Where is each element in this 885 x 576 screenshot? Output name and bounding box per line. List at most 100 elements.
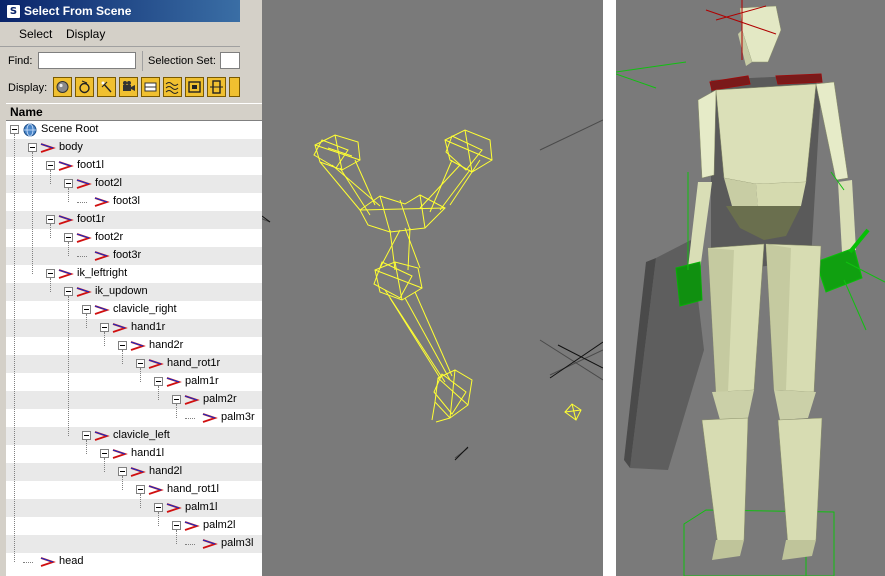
collapse-toggle[interactable] bbox=[154, 503, 163, 512]
tree-node[interactable]: foot1l bbox=[6, 157, 262, 175]
tree-node-label: Scene Root bbox=[41, 123, 99, 135]
selection-set-dropdown[interactable] bbox=[220, 52, 240, 69]
tree-node[interactable]: hand1l bbox=[6, 445, 262, 463]
tree-node[interactable]: foot3l bbox=[6, 193, 262, 211]
collapse-toggle[interactable] bbox=[46, 161, 55, 170]
viewport-wireframe[interactable] bbox=[240, 0, 603, 576]
bone-icon bbox=[94, 431, 110, 441]
tree-node[interactable]: body bbox=[6, 139, 262, 157]
tree-node-label: body bbox=[59, 141, 83, 153]
collapse-toggle[interactable] bbox=[64, 287, 73, 296]
bone-icon bbox=[112, 449, 128, 459]
tree-guide-line bbox=[86, 440, 87, 454]
tree-node-label: foot3l bbox=[113, 195, 140, 207]
bone-icon bbox=[94, 251, 110, 261]
find-label: Find: bbox=[8, 55, 33, 67]
tree-guide-line bbox=[104, 458, 105, 472]
tree-node-label: clavicle_right bbox=[113, 303, 177, 315]
tree-node-label: palm2r bbox=[203, 393, 237, 405]
tree-node[interactable]: foot3r bbox=[6, 247, 262, 265]
xrefs-filter-button[interactable] bbox=[207, 77, 226, 97]
wireframe-skeleton bbox=[240, 119, 603, 461]
tree-guide-line bbox=[158, 386, 159, 400]
tree-node[interactable]: palm1r bbox=[6, 373, 262, 391]
collapse-toggle[interactable] bbox=[46, 215, 55, 224]
tree-node[interactable]: Scene Root bbox=[6, 121, 262, 139]
collapse-toggle[interactable] bbox=[100, 323, 109, 332]
tree-node[interactable]: palm3l bbox=[6, 535, 262, 553]
collapse-toggle[interactable] bbox=[118, 341, 127, 350]
tree-node[interactable]: foot2r bbox=[6, 229, 262, 247]
collapse-toggle[interactable] bbox=[10, 125, 19, 134]
bone-icon bbox=[40, 143, 56, 153]
shapes-filter-button[interactable] bbox=[75, 77, 94, 97]
column-header-label: Name bbox=[10, 105, 43, 119]
tree-node[interactable]: hand2l bbox=[6, 463, 262, 481]
more-filters-button[interactable] bbox=[229, 77, 240, 97]
groups-filter-button[interactable] bbox=[185, 77, 204, 97]
collapse-toggle[interactable] bbox=[172, 521, 181, 530]
tree-node-label: hand_rot1r bbox=[167, 357, 221, 369]
collapse-toggle[interactable] bbox=[100, 449, 109, 458]
tree-guide-line bbox=[68, 242, 69, 256]
find-input[interactable] bbox=[38, 52, 136, 69]
collapse-toggle[interactable] bbox=[154, 377, 163, 386]
bone-icon bbox=[148, 485, 164, 495]
tree-node[interactable]: clavicle_right bbox=[6, 301, 262, 319]
tree-node[interactable]: clavicle_left bbox=[6, 427, 262, 445]
collapse-toggle[interactable] bbox=[118, 467, 127, 476]
tree-node[interactable]: head bbox=[6, 553, 262, 571]
tree-node-label: foot1r bbox=[77, 213, 106, 225]
viewport-divider[interactable] bbox=[603, 0, 616, 576]
xrefs-icon bbox=[210, 80, 223, 94]
collapse-toggle[interactable] bbox=[28, 143, 37, 152]
collapse-toggle[interactable] bbox=[82, 305, 91, 314]
collapse-toggle[interactable] bbox=[64, 233, 73, 242]
collapse-toggle[interactable] bbox=[172, 395, 181, 404]
bone-icon bbox=[76, 287, 92, 297]
lights-filter-button[interactable] bbox=[97, 77, 116, 97]
space-warps-icon bbox=[165, 82, 179, 94]
globe-icon bbox=[23, 123, 37, 137]
menu-select[interactable]: Select bbox=[19, 27, 52, 41]
space-warps-filter-button[interactable] bbox=[163, 77, 182, 97]
tree-node-label: head bbox=[59, 555, 84, 567]
scene-tree: Scene Root body foot1l foot2l foot3l foot1r fo… bbox=[6, 121, 262, 576]
cameras-filter-button[interactable] bbox=[119, 77, 138, 97]
menu-bar: Select Display bbox=[0, 22, 240, 47]
collapse-toggle[interactable] bbox=[46, 269, 55, 278]
collapse-toggle[interactable] bbox=[82, 431, 91, 440]
tree-node[interactable]: foot1r bbox=[6, 211, 262, 229]
bone-icon bbox=[130, 341, 146, 351]
tree-guide-line bbox=[14, 134, 15, 562]
tree-node[interactable]: foot2l bbox=[6, 175, 262, 193]
bone-icon bbox=[58, 161, 74, 171]
bone-icon bbox=[184, 521, 200, 531]
title-bar[interactable]: S Select From Scene bbox=[0, 0, 240, 22]
tree-node[interactable]: palm2r bbox=[6, 391, 262, 409]
tree-node[interactable]: palm3r bbox=[6, 409, 262, 427]
bone-icon bbox=[184, 395, 200, 405]
collapse-toggle[interactable] bbox=[136, 485, 145, 494]
geometry-filter-button[interactable] bbox=[53, 77, 72, 97]
tree-connector bbox=[185, 544, 195, 545]
tree-guide-line bbox=[140, 368, 141, 382]
tree-node[interactable]: ik_updown bbox=[6, 283, 262, 301]
tree-node[interactable]: ik_leftright bbox=[6, 265, 262, 283]
tree-node-label: foot2l bbox=[95, 177, 122, 189]
helpers-filter-button[interactable] bbox=[141, 77, 160, 97]
tree-node[interactable]: palm2l bbox=[6, 517, 262, 535]
tree-node[interactable]: hand_rot1r bbox=[6, 355, 262, 373]
helpers-icon bbox=[144, 82, 157, 92]
tree-node[interactable]: hand_rot1l bbox=[6, 481, 262, 499]
viewport-shaded[interactable] bbox=[616, 0, 885, 576]
name-column-header[interactable]: Name bbox=[6, 103, 262, 121]
collapse-toggle[interactable] bbox=[136, 359, 145, 368]
menu-display[interactable]: Display bbox=[66, 27, 105, 41]
tree-node[interactable]: hand2r bbox=[6, 337, 262, 355]
tree-guide-line bbox=[122, 350, 123, 364]
tree-node[interactable]: hand1r bbox=[6, 319, 262, 337]
shaded-character bbox=[616, 0, 885, 576]
tree-node[interactable]: palm1l bbox=[6, 499, 262, 517]
collapse-toggle[interactable] bbox=[64, 179, 73, 188]
